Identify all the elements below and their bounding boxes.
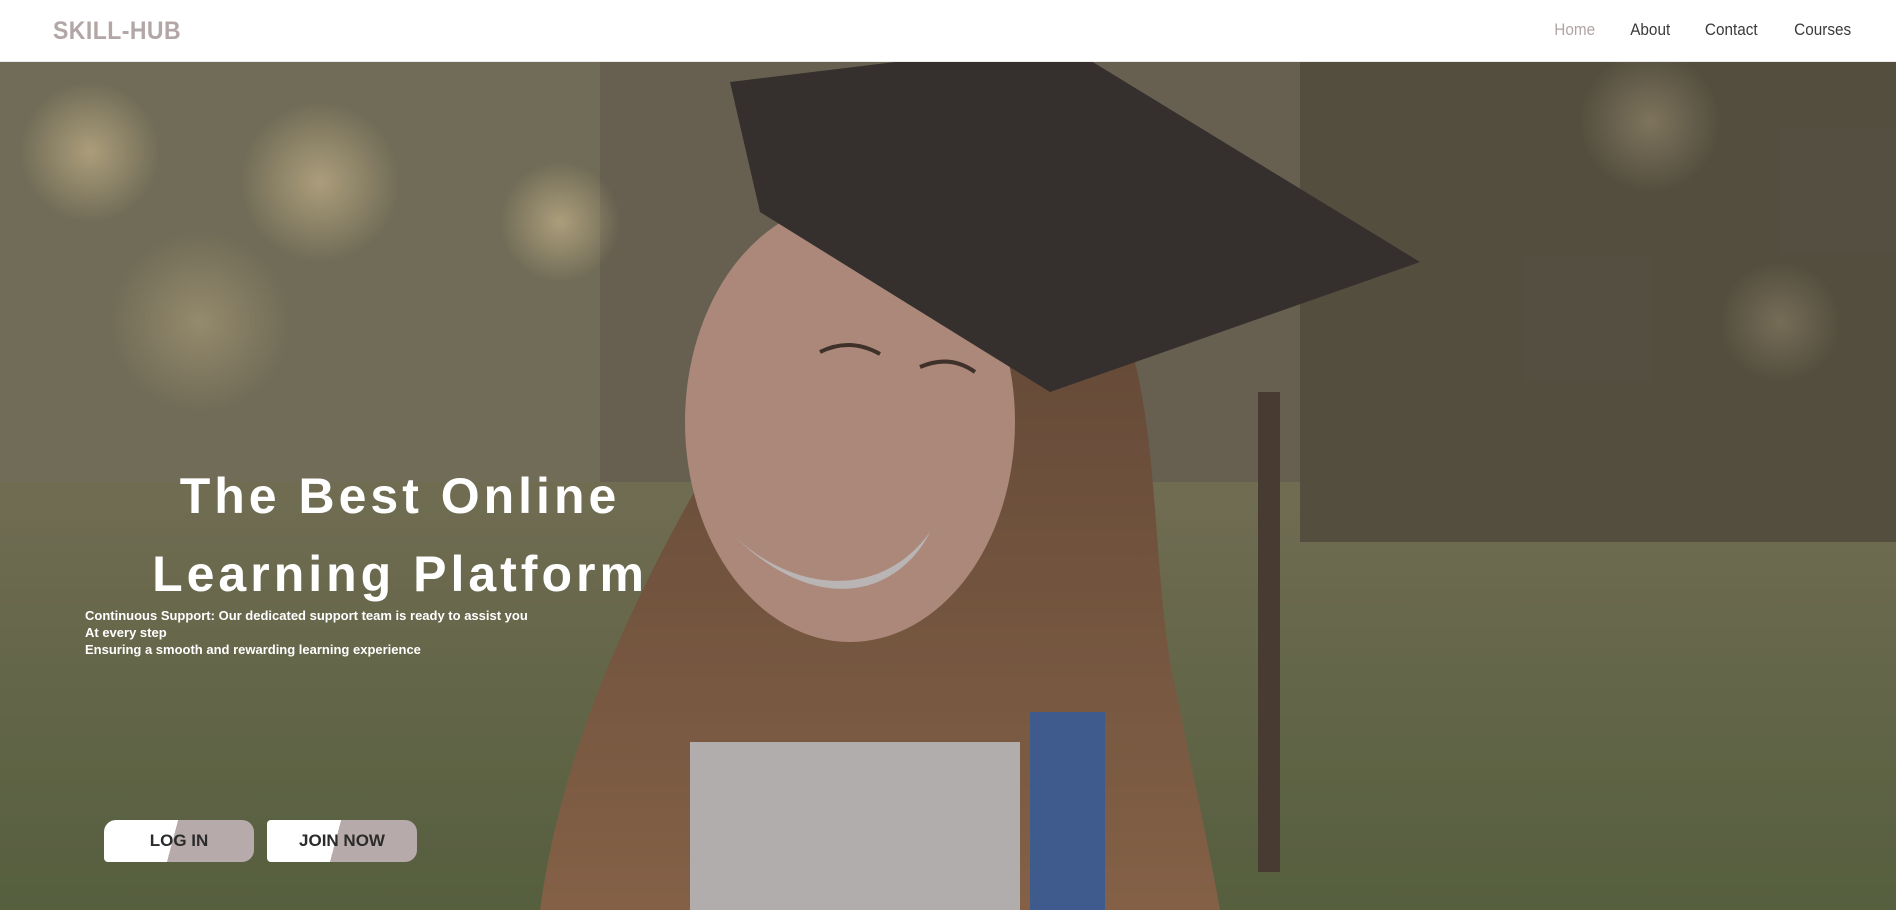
hero-section: The Best Online Learning Platform Contin…	[0, 62, 1896, 910]
nav-link-contact[interactable]: Contact	[1705, 20, 1758, 40]
top-navbar: SKILL-HUB Home About Contact Courses	[0, 0, 1896, 62]
hero-title: The Best Online Learning Platform	[152, 468, 648, 602]
nav-link-about[interactable]: About	[1630, 20, 1670, 40]
join-now-button[interactable]: JOIN NOW	[267, 820, 417, 862]
nav-link-home[interactable]: Home	[1555, 20, 1596, 40]
hero-description-line: Ensuring a smooth and rewarding learning…	[85, 642, 421, 657]
hero-description-line: Continuous Support: Our dedicated suppor…	[85, 608, 528, 623]
nav-link-courses[interactable]: Courses	[1794, 20, 1851, 40]
hero-description-line: At every step	[85, 625, 167, 640]
nav-links: Home About Contact Courses	[1552, 20, 1854, 40]
hero-description: Continuous Support: Our dedicated suppor…	[85, 607, 528, 658]
site-logo[interactable]: SKILL-HUB	[53, 17, 181, 46]
login-button[interactable]: LOG IN	[104, 820, 254, 862]
